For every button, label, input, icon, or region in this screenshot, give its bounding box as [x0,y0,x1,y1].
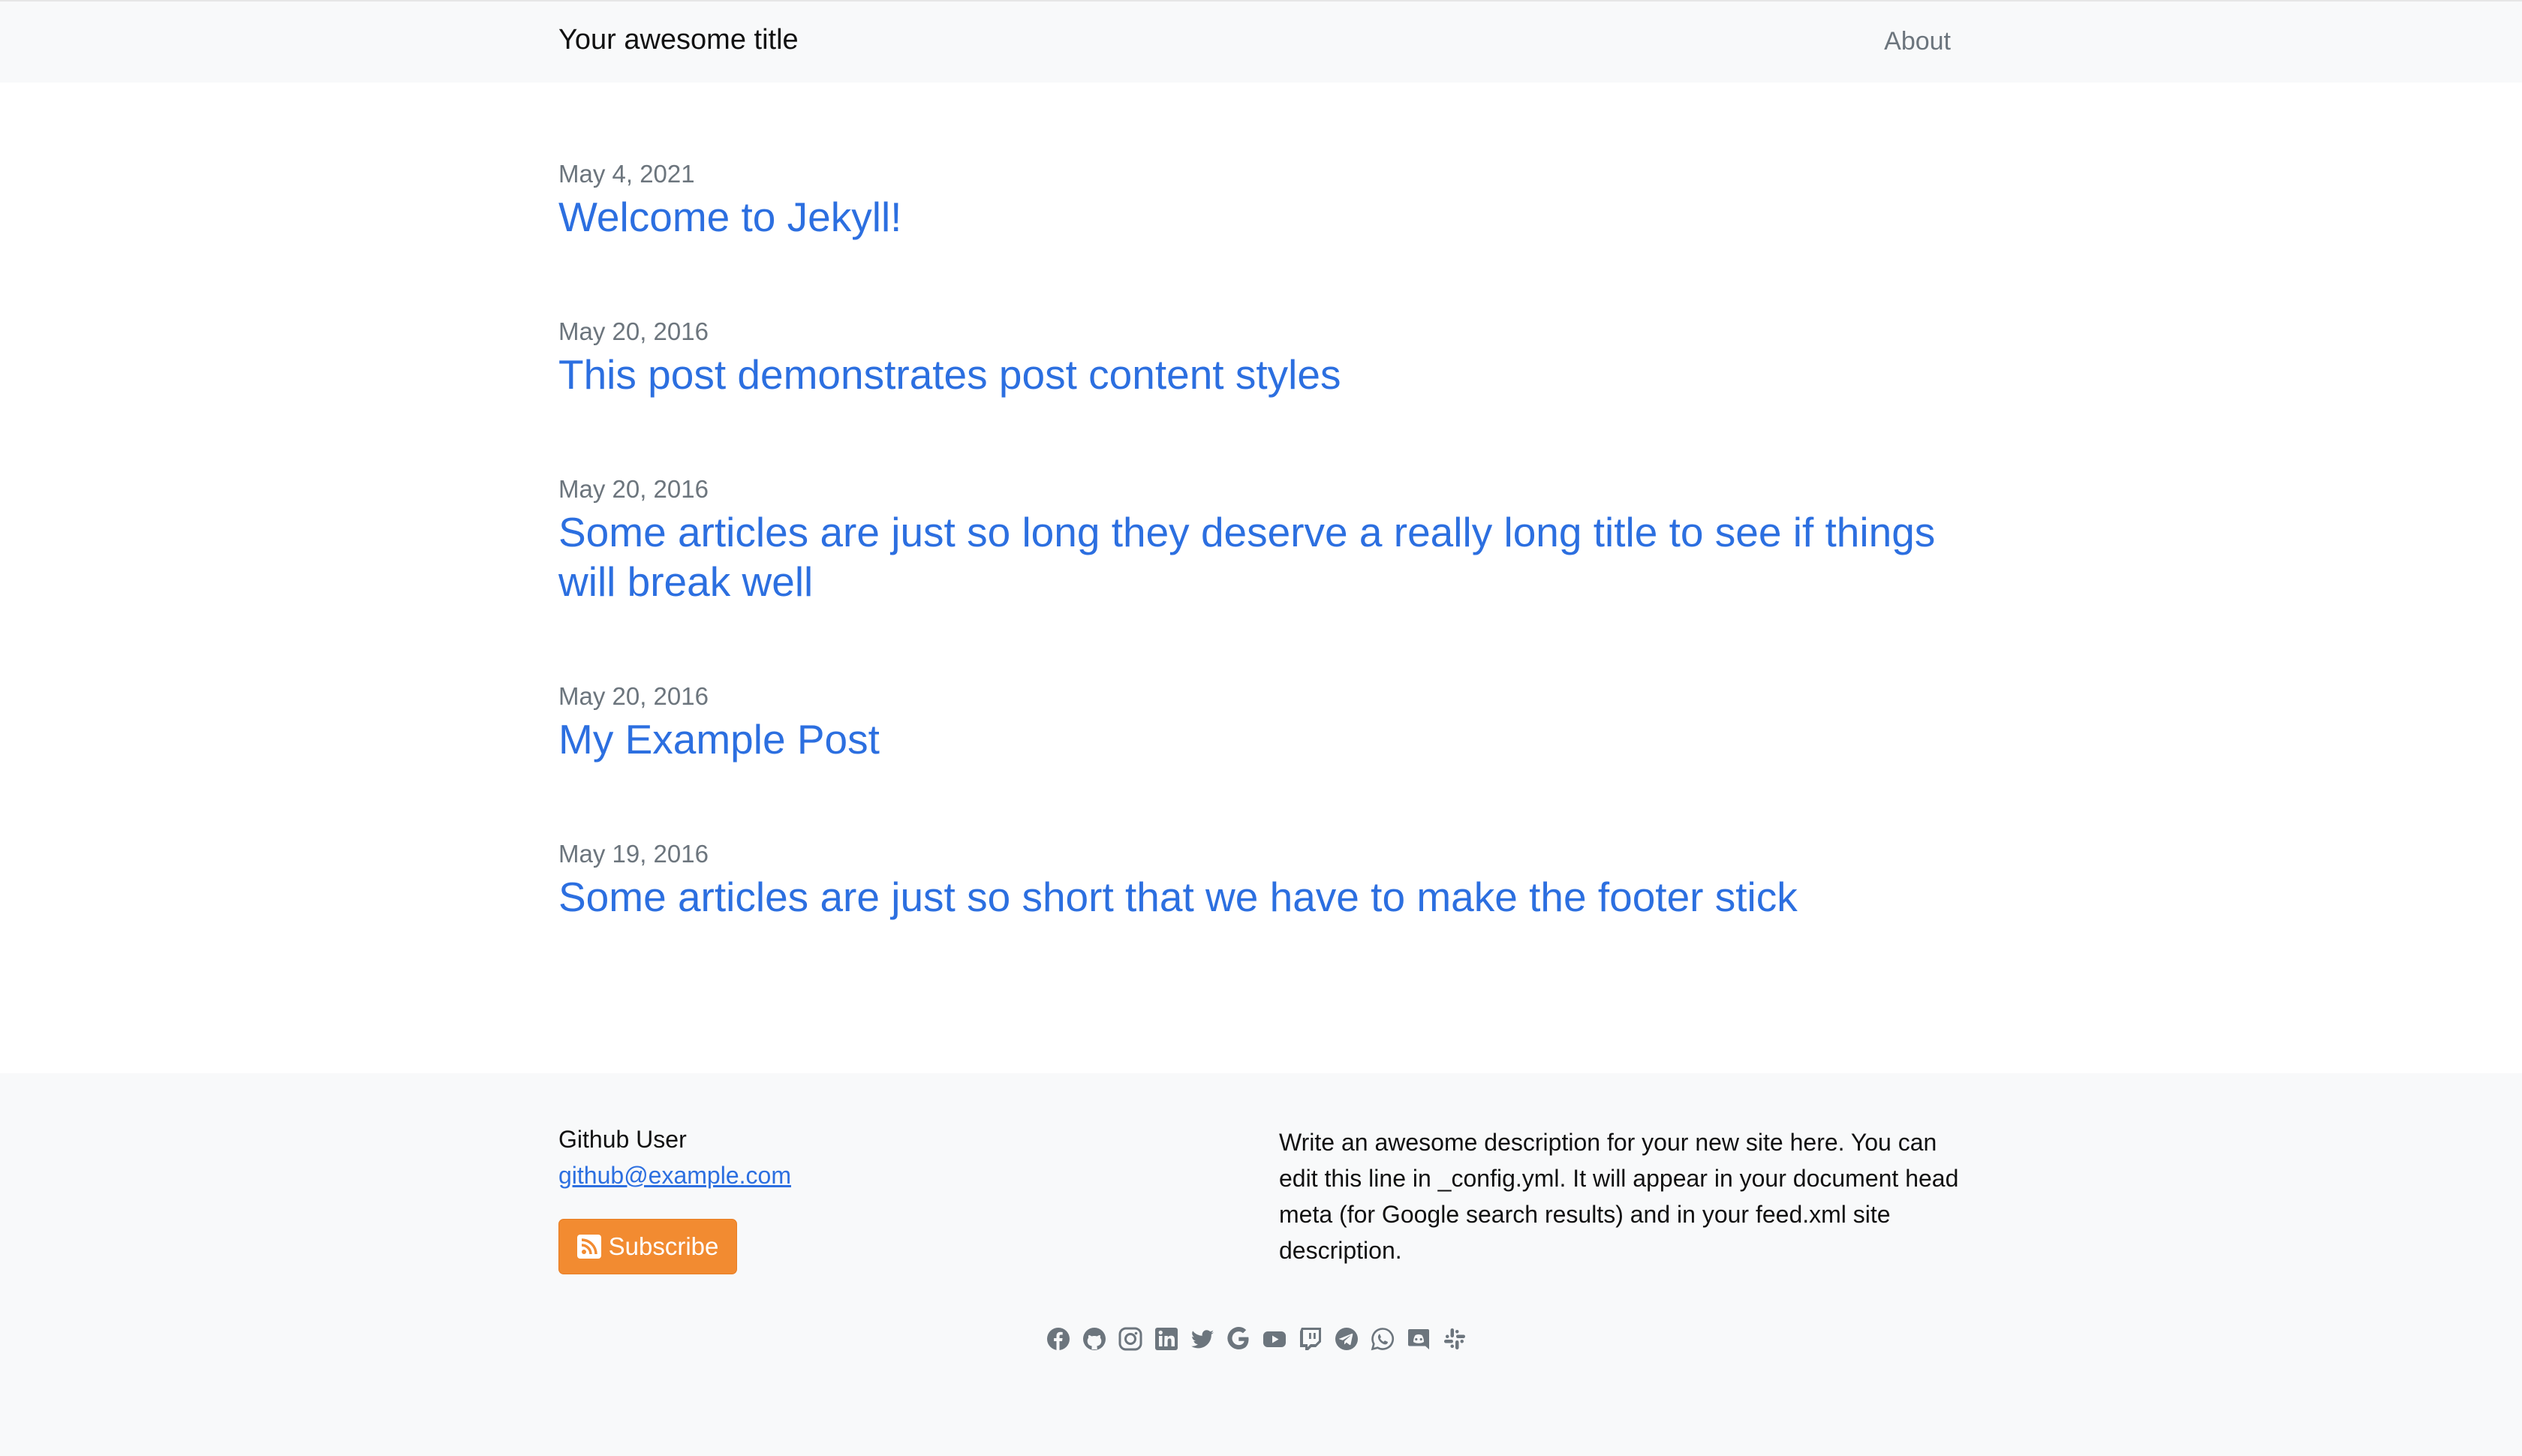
post-item: May 20, 2016 My Example Post [558,680,1964,764]
rss-icon [576,1235,601,1259]
post-date: May 4, 2021 [558,160,695,188]
site-title-link[interactable]: Your awesome title [558,24,799,56]
post-item: May 20, 2016 Some articles are just so l… [558,473,1964,606]
post-title-link[interactable]: Some articles are just so short that we … [558,872,1964,922]
post-title-link[interactable]: My Example Post [558,714,1964,764]
post-date: May 19, 2016 [558,840,709,868]
youtube-icon[interactable] [1263,1327,1287,1351]
facebook-icon[interactable] [1046,1327,1070,1351]
post-item: May 19, 2016 Some articles are just so s… [558,838,1964,922]
whatsapp-icon[interactable] [1371,1327,1395,1351]
post-date: May 20, 2016 [558,682,709,710]
post-title-link[interactable]: Some articles are just so long they dese… [558,507,1964,606]
twitch-icon[interactable] [1299,1327,1323,1351]
subscribe-button[interactable]: Subscribe [558,1219,737,1274]
instagram-icon[interactable] [1118,1327,1142,1351]
github-icon[interactable] [1082,1327,1106,1351]
post-title-link[interactable]: This post demonstrates post content styl… [558,350,1964,399]
subscribe-label: Subscribe [608,1232,719,1260]
discord-icon[interactable] [1407,1327,1431,1351]
post-date: May 20, 2016 [558,475,709,503]
nav-link-about[interactable]: About [1884,27,1951,56]
social-links [1046,1327,1467,1351]
post-title-link[interactable]: Welcome to Jekyll! [558,192,1964,242]
navbar: Your awesome title About [0,0,2522,83]
twitter-icon[interactable] [1190,1327,1214,1351]
post-date: May 20, 2016 [558,317,709,345]
site-footer [0,1073,2522,1456]
post-item: May 4, 2021 Welcome to Jekyll! [558,158,1964,242]
site-description: Write an awesome description for your ne… [1279,1129,1959,1264]
telegram-icon[interactable] [1335,1327,1359,1351]
linkedin-icon[interactable] [1154,1327,1178,1351]
post-item: May 20, 2016 This post demonstrates post… [558,315,1964,399]
footer-email-link[interactable]: github@example.com [558,1162,791,1190]
slack-icon[interactable] [1443,1327,1467,1351]
google-icon[interactable] [1226,1327,1250,1351]
footer-author-name: Github User [558,1126,687,1153]
